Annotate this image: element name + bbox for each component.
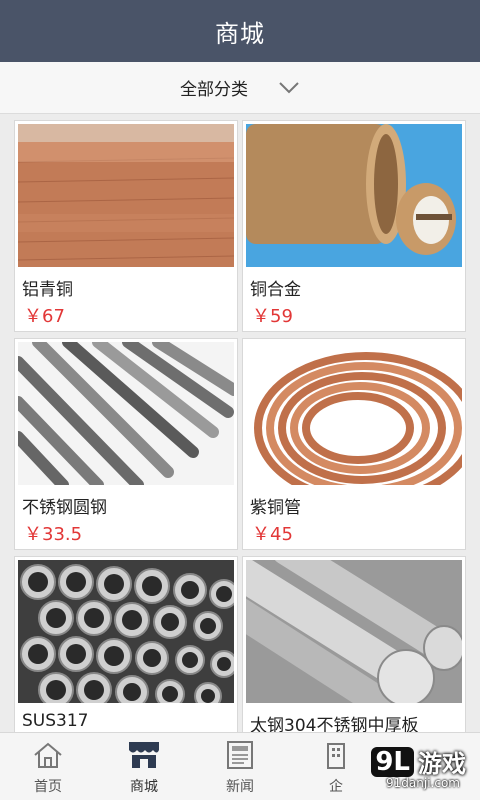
product-image xyxy=(18,560,234,703)
store-icon xyxy=(127,739,161,771)
tab-news[interactable]: 新闻 xyxy=(192,733,288,800)
product-image xyxy=(246,124,462,267)
watermark: 9L 游戏 91danji.com xyxy=(324,740,474,796)
product-image xyxy=(18,342,234,485)
product-price: ￥67 xyxy=(24,306,65,327)
category-filter-label: 全部分类 xyxy=(180,80,248,100)
news-icon xyxy=(223,739,257,771)
product-name: SUS317 xyxy=(22,711,89,731)
product-name: 铜合金 xyxy=(250,280,301,300)
product-card[interactable]: 铝青铜 ￥67 xyxy=(14,120,238,332)
watermark-url: 91danji.com xyxy=(386,776,460,790)
product-name: 不锈钢圆钢 xyxy=(22,498,107,518)
product-grid: 铝青铜 ￥67 铜合金 ￥59 不锈钢圆钢 ￥33.5 紫铜管 ￥45 SUS3… xyxy=(0,114,480,732)
product-name: 太钢304不锈钢中厚板 xyxy=(250,716,419,732)
product-card[interactable]: 太钢304不锈钢中厚板 xyxy=(242,556,466,732)
product-card[interactable]: 铜合金 ￥59 xyxy=(242,120,466,332)
tab-home[interactable]: 首页 xyxy=(0,733,96,800)
product-card[interactable]: 不锈钢圆钢 ￥33.5 xyxy=(14,338,238,550)
product-card[interactable]: SUS317 xyxy=(14,556,238,732)
watermark-text: 游戏 xyxy=(418,750,466,778)
product-name: 紫铜管 xyxy=(250,498,301,518)
product-image xyxy=(246,560,462,703)
product-image xyxy=(246,342,462,485)
watermark-logo: 9L xyxy=(371,746,414,777)
product-image xyxy=(18,124,234,267)
chevron-down-icon xyxy=(278,77,300,99)
product-card[interactable]: 紫铜管 ￥45 xyxy=(242,338,466,550)
category-filter[interactable]: 全部分类 xyxy=(0,62,480,114)
top-header: 商城 xyxy=(0,0,480,62)
product-price: ￥33.5 xyxy=(24,524,83,545)
product-price: ￥45 xyxy=(252,524,293,545)
tab-store[interactable]: 商城 xyxy=(96,733,192,800)
home-icon xyxy=(31,739,65,771)
tab-label: 商城 xyxy=(130,779,158,795)
tab-label: 新闻 xyxy=(226,779,254,795)
page-title: 商城 xyxy=(215,19,265,48)
tab-label: 首页 xyxy=(34,779,62,795)
product-price: ￥59 xyxy=(252,306,293,327)
product-name: 铝青铜 xyxy=(22,280,73,300)
